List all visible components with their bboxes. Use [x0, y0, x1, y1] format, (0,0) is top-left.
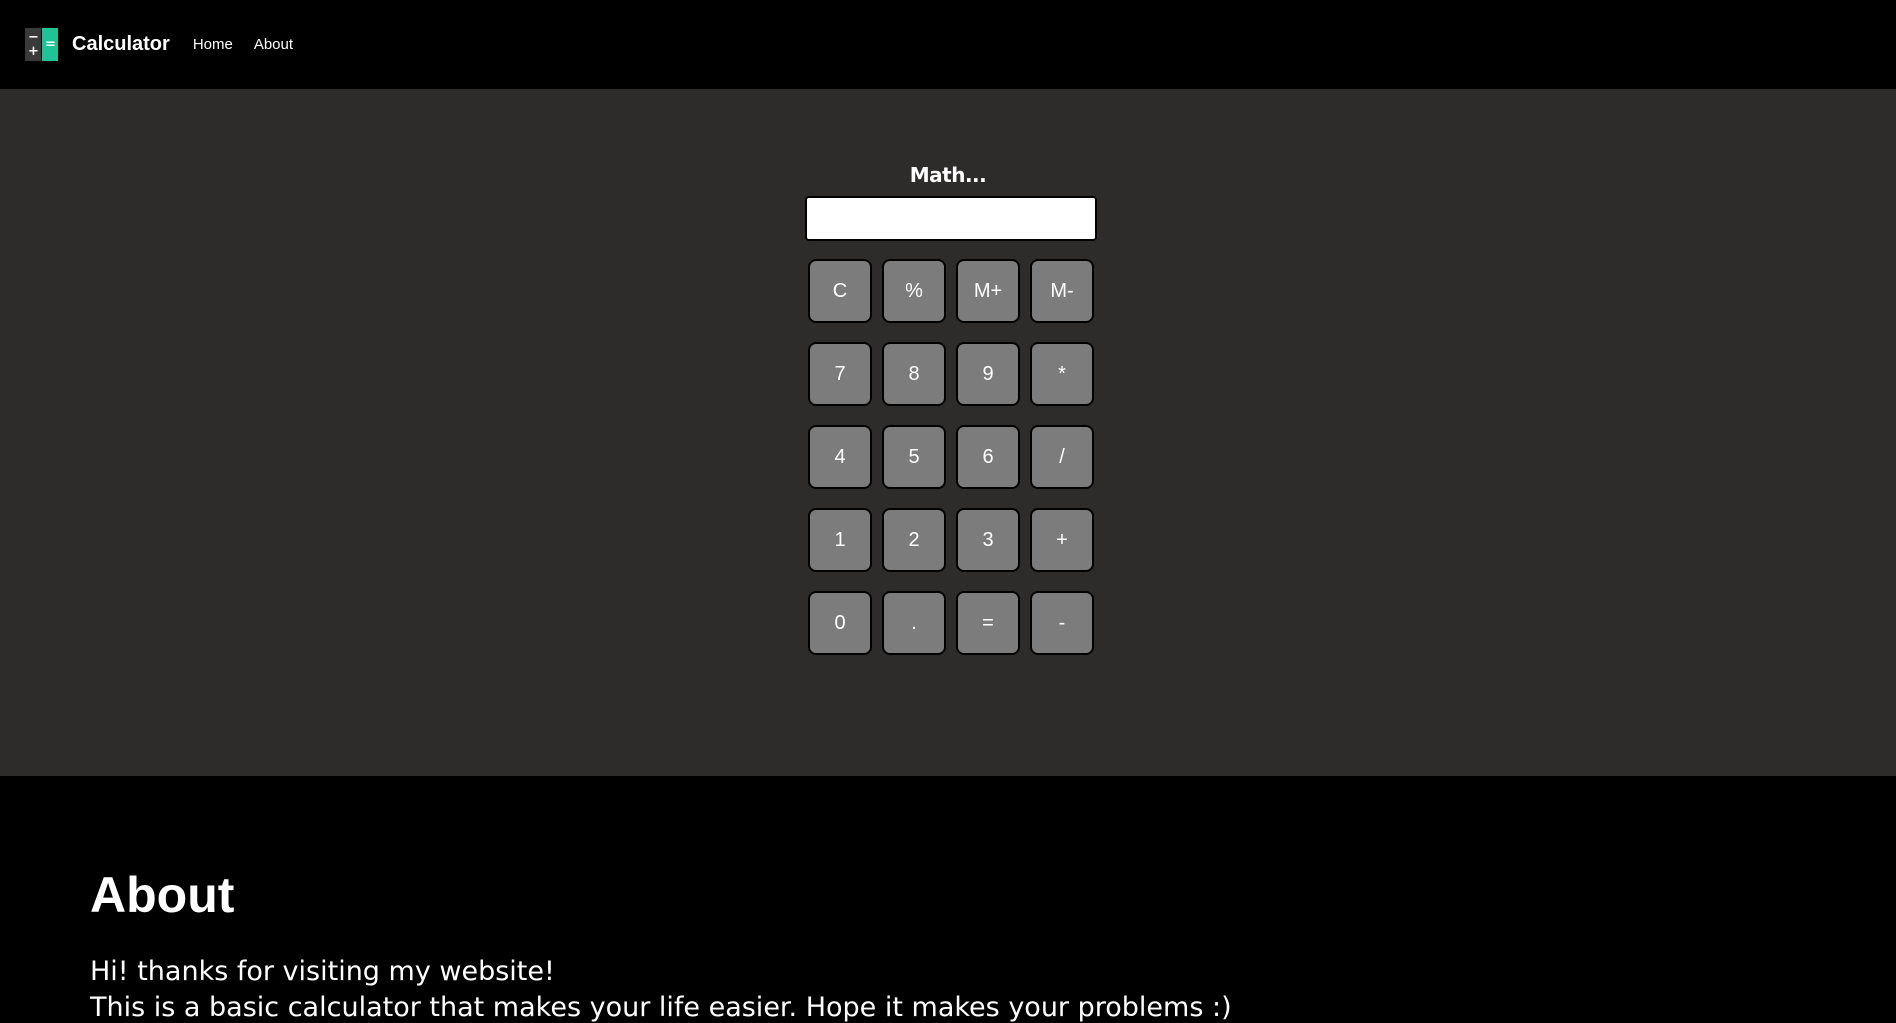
keypad: C% M+ M- 7 8 9 * 4 5 6/ 1 2 3 +0. = -	[808, 259, 1094, 655]
equals-icon: =	[45, 37, 56, 52]
plus-icon: +	[28, 44, 39, 59]
key-equals-button[interactable]: =	[956, 591, 1020, 655]
key-decimal-button[interactable]: .	[882, 591, 946, 655]
nav-link-about[interactable]: About	[254, 36, 293, 53]
key-9-button[interactable]: 9	[956, 342, 1020, 406]
about-text-line-2: This is a basic calculator that makes yo…	[90, 992, 1232, 1023]
key-7-button[interactable]: 7	[808, 342, 872, 406]
calculator-title: Math...	[909, 163, 987, 187]
key-6-button[interactable]: 6	[956, 425, 1020, 489]
minus-icon: −	[28, 30, 39, 45]
key-3-button[interactable]: 3	[956, 508, 1020, 572]
about-heading: About	[90, 867, 235, 923]
key-4-button[interactable]: 4	[808, 425, 872, 489]
top-navbar: − + = Calculator Home About	[0, 0, 1896, 89]
calculator-logo-icon[interactable]: − + =	[25, 28, 58, 61]
key-clear-button[interactable]: C	[808, 259, 872, 323]
key-5-button[interactable]: 5	[882, 425, 946, 489]
key-2-button[interactable]: 2	[882, 508, 946, 572]
key-8-button[interactable]: 8	[882, 342, 946, 406]
key-memory-add-button[interactable]: M+	[956, 259, 1020, 323]
key-add-button[interactable]: +	[1030, 508, 1094, 572]
calculator-display-input[interactable]	[805, 196, 1097, 241]
calculator-section: Math... C% M+ M- 7 8 9 * 4 5 6/ 1 2 3 +0. = -	[0, 89, 1896, 776]
nav-link-home[interactable]: Home	[193, 36, 233, 53]
key-percent-button[interactable]: %	[882, 259, 946, 323]
key-0-button[interactable]: 0	[808, 591, 872, 655]
key-multiply-button[interactable]: *	[1030, 342, 1094, 406]
about-text-line-1: Hi! thanks for visiting my website!	[90, 956, 555, 987]
brand-title[interactable]: Calculator	[72, 33, 170, 56]
key-subtract-button[interactable]: -	[1030, 591, 1094, 655]
key-divide-button[interactable]: /	[1030, 425, 1094, 489]
about-section: About Hi! thanks for visiting my website…	[0, 776, 1896, 1023]
key-1-button[interactable]: 1	[808, 508, 872, 572]
key-memory-subtract-button[interactable]: M-	[1030, 259, 1094, 323]
